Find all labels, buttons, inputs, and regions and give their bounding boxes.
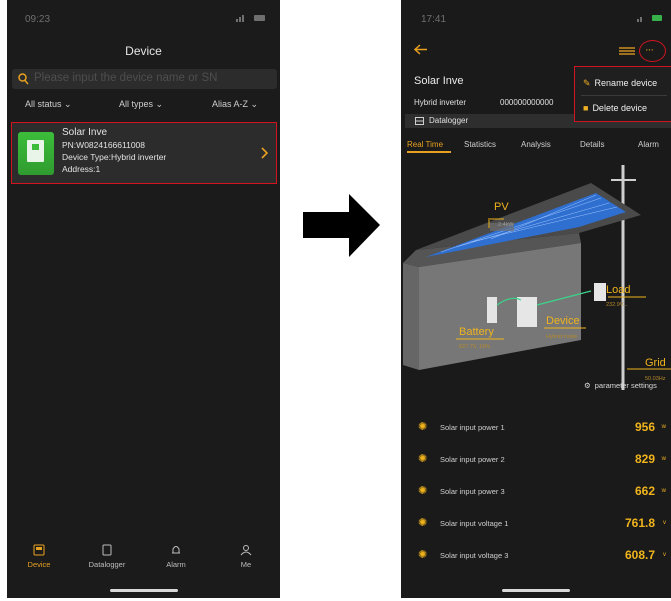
battery-label: Battery <box>459 326 494 338</box>
tab-alarm[interactable]: Alarm <box>151 544 201 569</box>
inverter-icon <box>18 132 54 175</box>
trash-icon: ■ <box>583 103 589 113</box>
menu-delete-device[interactable]: ■ Delete device <box>583 103 647 113</box>
active-tab-indicator <box>407 151 451 153</box>
more-menu-button[interactable]: ··· <box>639 40 666 62</box>
search-placeholder: Please input the device name or SN <box>34 72 218 84</box>
device-address: Address:1 <box>62 164 101 174</box>
device-type: Hybrid inverter <box>414 98 467 107</box>
sun-icon: ✺ <box>418 517 428 529</box>
device-type: Device Type:Hybrid inverter <box>62 152 167 162</box>
metric-row: ✺ Solar input power 1 956 w <box>418 420 666 434</box>
device-serial: 000000000000 <box>500 98 554 107</box>
chevron-down-icon: ⌄ <box>64 99 72 109</box>
tab-statistics[interactable]: Statistics <box>464 140 496 149</box>
tab-analysis[interactable]: Analysis <box>521 140 551 149</box>
load-value: 232.9V... <box>606 302 628 308</box>
gear-icon: ⚙ <box>584 381 591 390</box>
device-label: Device <box>546 315 580 327</box>
metric-row: ✺ Solar input power 2 829 w <box>418 452 666 466</box>
filter-type[interactable]: All types ⌄ <box>119 99 163 110</box>
tab-real-time[interactable]: Real Time <box>407 140 443 149</box>
status-icons <box>236 14 266 25</box>
sun-icon: ✺ <box>418 485 428 497</box>
menu-rename-device[interactable]: ✎ Rename device <box>583 78 657 89</box>
status-icons <box>637 14 663 25</box>
grid-label: Grid <box>645 357 666 369</box>
tab-me[interactable]: Me <box>221 544 271 569</box>
search-input[interactable]: Please input the device name or SN <box>12 69 277 89</box>
battery-value: 627.7V, 19% <box>459 344 490 350</box>
more-dropdown-menu: ✎ Rename device ■ Delete device <box>574 66 671 122</box>
tab-datalogger[interactable]: Datalogger <box>82 544 132 569</box>
datalogger-icon <box>415 117 424 125</box>
metric-row: ✺ Solar input voltage 1 761.8 v <box>418 516 666 530</box>
metric-row: ✺ Solar input power 3 662 w <box>418 484 666 498</box>
device-list-screen: 09:23 Device Please input the device nam… <box>7 0 280 598</box>
device-icon <box>14 544 64 558</box>
sun-icon: ✺ <box>418 549 428 561</box>
sun-icon: ✺ <box>418 453 428 465</box>
menu-divider <box>581 95 667 96</box>
right-arrow-icon <box>303 194 380 257</box>
bell-icon <box>151 544 201 558</box>
filter-icon[interactable] <box>619 46 635 56</box>
search-icon <box>18 73 29 85</box>
chevron-down-icon: ⌄ <box>155 99 164 109</box>
tab-details[interactable]: Details <box>580 140 604 149</box>
device-detail-screen: 17:41 ··· Solar Inve Hybrid inverter 000… <box>401 0 671 598</box>
pv-label: PV <box>494 201 509 213</box>
sun-icon: ✺ <box>418 421 428 433</box>
home-indicator <box>109 589 178 592</box>
tab-device[interactable]: Device <box>14 544 64 569</box>
page-title: Device <box>125 44 162 58</box>
chevron-right-icon <box>261 147 268 159</box>
bottom-tab-bar: Device Datalogger Alarm Me <box>7 544 280 572</box>
device-name: Solar Inve <box>62 127 108 138</box>
status-time: 17:41 <box>421 14 447 25</box>
filter-sort[interactable]: Alias A-Z ⌄ <box>212 99 258 110</box>
energy-flow-illustration <box>403 165 671 390</box>
back-arrow-icon[interactable] <box>414 44 428 55</box>
device-pn: PN:W0824166611008 <box>62 140 146 150</box>
load-label: Load <box>606 284 631 296</box>
metric-row: ✺ Solar input voltage 3 608.7 v <box>418 548 666 562</box>
chevron-down-icon: ⌄ <box>250 99 259 109</box>
filter-status[interactable]: All status ⌄ <box>25 99 72 110</box>
more-icon: ··· <box>645 44 654 56</box>
pencil-icon: ✎ <box>583 78 591 88</box>
datalogger-icon <box>82 544 132 558</box>
device-name: Solar Inve <box>414 75 464 87</box>
device-list-item[interactable]: Solar Inve PN:W0824166611008 Device Type… <box>11 122 277 184</box>
status-time: 09:23 <box>25 14 51 25</box>
pv-value: 2.4kW <box>498 222 514 228</box>
parameter-settings-link[interactable]: ⚙ parameter settings <box>584 381 657 390</box>
device-mode: Hybrid mode <box>546 334 578 340</box>
person-icon <box>221 544 271 558</box>
home-indicator <box>502 589 570 592</box>
tab-alarm[interactable]: Alarm <box>638 140 659 149</box>
